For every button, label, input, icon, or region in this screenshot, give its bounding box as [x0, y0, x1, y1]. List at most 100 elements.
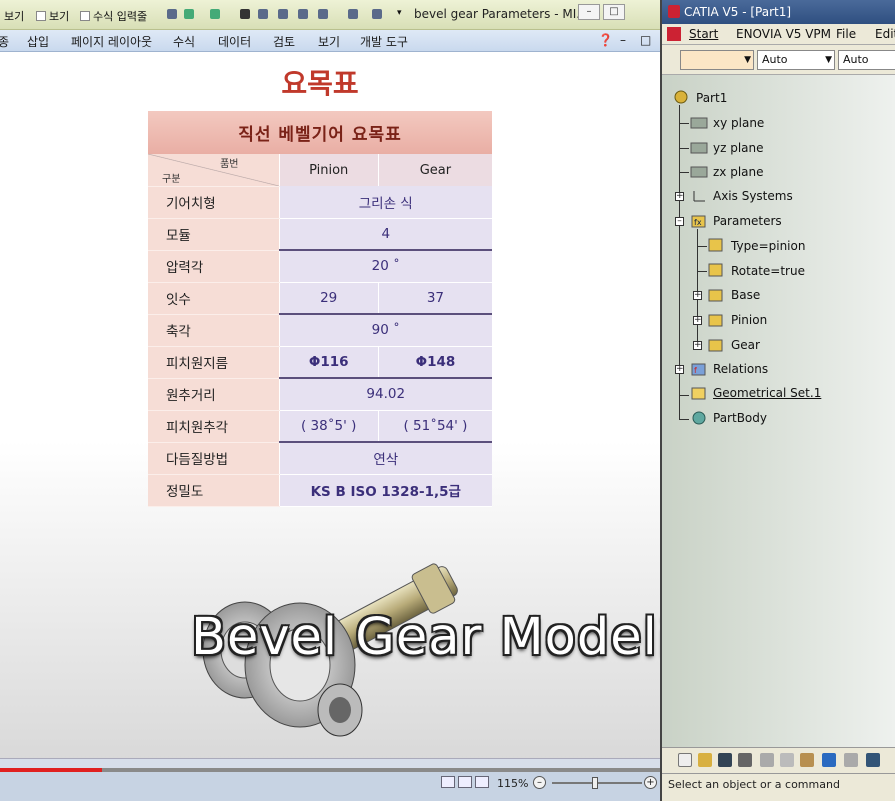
catia-menu-logo-icon[interactable]	[667, 27, 681, 41]
part-body-icon	[692, 411, 706, 425]
expand-icon[interactable]: +	[675, 365, 684, 374]
dropdown-arrow-icon[interactable]: ▼	[744, 51, 751, 69]
ribbon-minimize-icon[interactable]: –	[620, 33, 626, 47]
camera-icon[interactable]	[278, 9, 288, 19]
row-value: 94.02	[278, 378, 492, 411]
tab-review[interactable]: 검토	[273, 33, 295, 50]
checkbox-icon[interactable]	[80, 11, 90, 21]
zoom-out-icon[interactable]: –	[533, 776, 546, 789]
expand-icon[interactable]: +	[675, 192, 684, 201]
redo-icon[interactable]	[210, 9, 220, 19]
customize-arrow-icon[interactable]: ▾	[397, 8, 402, 18]
ribbon-restore-icon[interactable]: □	[640, 33, 651, 47]
undo-icon[interactable]	[822, 753, 836, 767]
form-icon[interactable]	[298, 9, 308, 19]
menu-file[interactable]: File	[836, 27, 856, 41]
checkbox-icon[interactable]	[36, 11, 46, 21]
expand-icon[interactable]: +	[693, 316, 702, 325]
table-row: 피치원추각 ( 38˚5' ) ( 51˚54' )	[148, 410, 492, 443]
tab-view[interactable]: 보기	[318, 33, 340, 50]
cut-icon[interactable]	[760, 753, 774, 767]
row-value-gear: 37	[377, 282, 492, 315]
copy-icon[interactable]	[780, 753, 794, 767]
plane-icon	[690, 166, 708, 178]
menu-start[interactable]: Start	[689, 27, 718, 41]
expand-icon[interactable]: +	[693, 291, 702, 300]
undo-icon[interactable]	[184, 9, 194, 19]
minimize-button[interactable]: –	[578, 4, 600, 20]
zoom-slider-thumb[interactable]	[592, 777, 598, 789]
excel-title-bar: 보기 보기 수식 입력줄 ▾ bevel gear Parameters - M…	[0, 0, 660, 30]
save-file-icon[interactable]	[718, 753, 732, 767]
open-file-icon[interactable]	[698, 753, 712, 767]
tree-item-xy-plane[interactable]: xy plane	[713, 116, 764, 130]
tab-data[interactable]: 데이터	[218, 33, 251, 50]
dropdown-arrow-icon[interactable]: ▼	[825, 51, 832, 69]
tab-home[interactable]: 종	[0, 33, 9, 50]
horizontal-scrollbar[interactable]	[0, 758, 660, 768]
video-progress-bar[interactable]	[0, 768, 660, 772]
save-icon[interactable]	[167, 9, 177, 19]
whats-this-icon[interactable]	[866, 753, 880, 767]
tree-item-base[interactable]: Base	[731, 288, 760, 302]
specification-tree: Part1 xy plane yz plane zx plane + Axis …	[662, 75, 895, 747]
print-icon[interactable]	[318, 9, 328, 19]
page-break-view-icon[interactable]	[475, 776, 489, 788]
plane-icon	[690, 142, 708, 154]
catia-properties-toolbar: ▼ Auto ▼ Auto	[662, 45, 895, 75]
normal-view-icon[interactable]	[441, 776, 455, 788]
view-checkbox[interactable]: 보기	[36, 8, 69, 24]
row-value-gear: Φ148	[377, 346, 492, 379]
table-row: 피치원지름 Φ116 Φ148	[148, 346, 492, 379]
menu-enovia[interactable]: ENOVIA V5 VPM	[736, 27, 831, 41]
help-icon[interactable]: ❓	[598, 33, 613, 47]
page-layout-view-icon[interactable]	[458, 776, 472, 788]
quick-view-label[interactable]: 보기	[4, 8, 24, 24]
tree-item-geometrical-set[interactable]: Geometrical Set.1	[713, 386, 821, 400]
maximize-button[interactable]: □	[603, 4, 625, 20]
collapse-icon[interactable]: –	[675, 217, 684, 226]
tree-item-pinion[interactable]: Pinion	[731, 313, 767, 327]
grid-icon[interactable]	[372, 9, 382, 19]
menu-edit[interactable]: Edit	[875, 27, 895, 41]
new-icon[interactable]	[258, 9, 268, 19]
tree-item-parameters[interactable]: Parameters	[713, 214, 782, 228]
expand-icon[interactable]: +	[693, 341, 702, 350]
column-header-pinion: Pinion	[278, 154, 379, 186]
row-label: 기어치형	[148, 186, 279, 219]
color-combo[interactable]: ▼	[680, 50, 754, 70]
status-message: Select an object or a command	[668, 778, 840, 791]
table-row: 모듈 4	[148, 218, 492, 251]
tree-connector	[697, 246, 707, 247]
print-icon[interactable]	[738, 753, 752, 767]
parameter-icon	[708, 238, 723, 252]
tree-connector	[679, 123, 689, 124]
pointer-icon[interactable]	[240, 9, 250, 19]
paste-icon[interactable]	[800, 753, 814, 767]
row-label: 피치원지름	[148, 346, 279, 379]
zoom-level[interactable]: 115%	[497, 777, 528, 790]
tree-item-gear[interactable]: Gear	[731, 338, 760, 352]
tree-item-rotate-param[interactable]: Rotate=true	[731, 264, 805, 278]
tree-item-zx-plane[interactable]: zx plane	[713, 165, 764, 179]
linetype-combo[interactable]: Auto ▼	[757, 50, 835, 70]
tab-insert[interactable]: 삽입	[27, 33, 49, 50]
lineweight-combo[interactable]: Auto	[838, 50, 895, 70]
sort-icon[interactable]	[348, 9, 358, 19]
tab-page-layout[interactable]: 페이지 레이아웃	[71, 33, 152, 50]
formula-bar-checkbox[interactable]: 수식 입력줄	[80, 8, 147, 24]
gear-spec-table: 직선 베벨기어 요목표 품번 구분 Pinion Gear 기어치형 그리손 식…	[148, 111, 492, 507]
tree-item-yz-plane[interactable]: yz plane	[713, 141, 764, 155]
new-file-icon[interactable]	[678, 753, 692, 767]
tree-item-part-body[interactable]: PartBody	[713, 411, 767, 425]
tab-formulas[interactable]: 수식	[173, 33, 195, 50]
parameter-set-icon	[708, 314, 723, 327]
tree-item-type-param[interactable]: Type=pinion	[731, 239, 805, 253]
tree-item-part1[interactable]: Part1	[696, 91, 727, 105]
tree-item-axis-systems[interactable]: Axis Systems	[713, 189, 793, 203]
tab-developer[interactable]: 개발 도구	[360, 33, 408, 50]
redo-icon[interactable]	[844, 753, 858, 767]
row-label: 잇수	[148, 282, 279, 315]
zoom-in-icon[interactable]: +	[644, 776, 657, 789]
tree-item-relations[interactable]: Relations	[713, 362, 768, 376]
